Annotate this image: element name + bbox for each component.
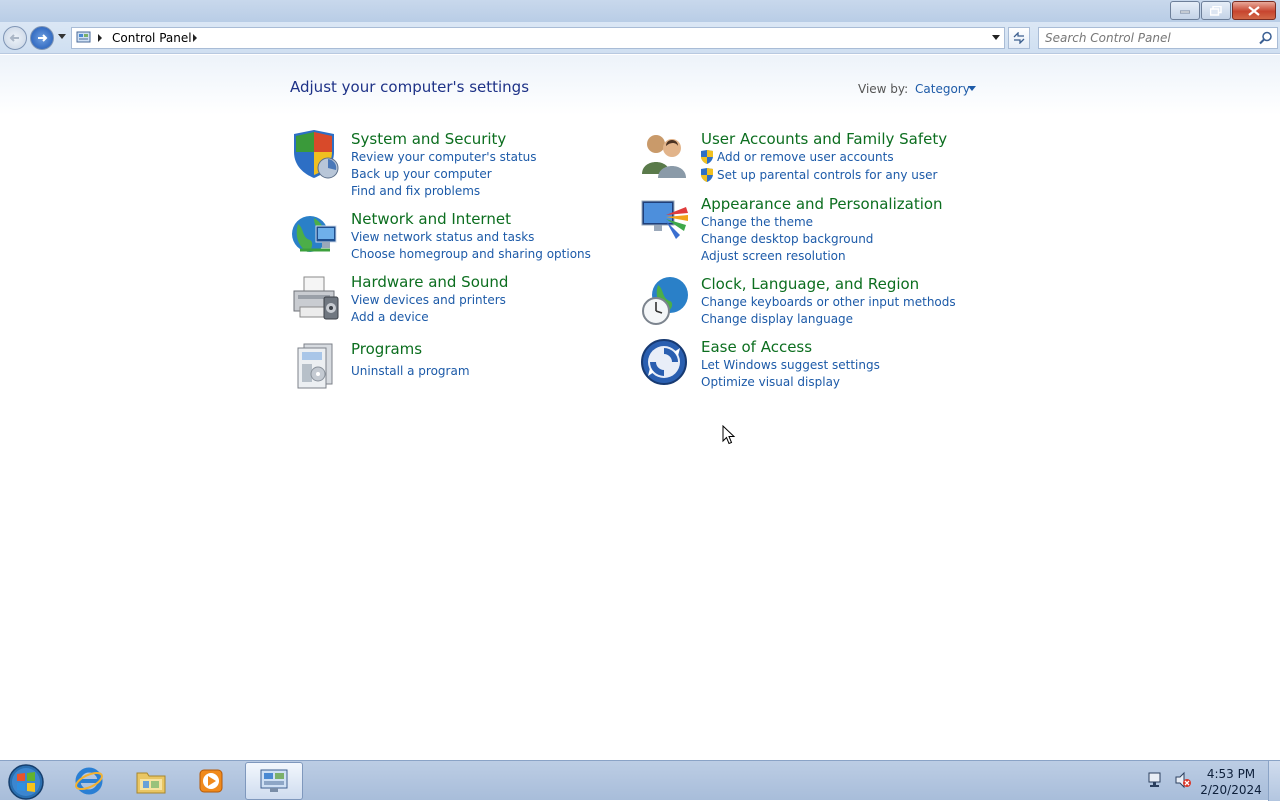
control-panel-small-icon (76, 31, 91, 43)
refresh-icon (1013, 32, 1025, 44)
taskbar-windows-explorer[interactable] (122, 762, 180, 800)
taskbar-clock[interactable]: 4:53 PM 2/20/2024 (1196, 766, 1266, 798)
category-title[interactable]: Hardware and Sound (351, 273, 508, 291)
link-screen-resolution[interactable]: Adjust screen resolution (701, 249, 846, 263)
category-title[interactable]: User Accounts and Family Safety (701, 130, 947, 148)
window-titlebar (0, 0, 1280, 22)
uac-shield-icon (701, 150, 713, 164)
recent-pages-dropdown-icon[interactable] (58, 34, 66, 40)
link-back-up[interactable]: Back up your computer (351, 167, 492, 181)
search-input[interactable]: Search Control Panel (1038, 27, 1278, 49)
category-network-internet: Network and Internet View network status… (290, 210, 591, 265)
view-by-dropdown[interactable]: Category (915, 82, 970, 96)
link-homegroup[interactable]: Choose homegroup and sharing options (351, 247, 591, 261)
link-parental-controls[interactable]: Set up parental controls for any user (717, 168, 937, 182)
clock-globe-icon (642, 277, 688, 325)
category-title[interactable]: Network and Internet (351, 210, 511, 228)
ease-of-access-icon (641, 339, 687, 385)
link-devices-printers[interactable]: View devices and printers (351, 293, 506, 307)
network-icon[interactable] (1146, 771, 1164, 789)
link-change-keyboards[interactable]: Change keyboards or other input methods (701, 295, 956, 309)
taskbar-internet-explorer[interactable] (60, 762, 118, 800)
printer-icon (293, 276, 339, 320)
category-user-accounts: User Accounts and Family Safety Add or r… (640, 130, 980, 185)
link-find-fix[interactable]: Find and fix problems (351, 184, 480, 198)
volume-muted-icon[interactable] (1174, 771, 1192, 789)
back-arrow-icon (9, 34, 19, 42)
users-icon (642, 135, 686, 178)
breadcrumb-arrow-icon[interactable] (193, 34, 197, 42)
restore-icon (1210, 5, 1222, 16)
category-title[interactable]: Appearance and Personalization (701, 195, 943, 213)
address-dropdown-icon[interactable] (992, 35, 1000, 40)
explorer-folder-icon (136, 772, 166, 794)
minimize-button[interactable] (1170, 1, 1200, 20)
close-button[interactable] (1232, 1, 1276, 20)
category-hardware-sound: Hardware and Sound View devices and prin… (290, 273, 590, 328)
link-visual-display[interactable]: Optimize visual display (701, 375, 840, 389)
link-windows-suggest[interactable]: Let Windows suggest settings (701, 358, 880, 372)
category-ease-of-access: Ease of Access Let Windows suggest setti… (640, 338, 980, 393)
category-title[interactable]: System and Security (351, 130, 506, 148)
link-uninstall-program[interactable]: Uninstall a program (351, 364, 470, 378)
address-bar[interactable]: Control Panel (71, 27, 1005, 49)
globe-network-icon (292, 216, 337, 252)
clock-time: 4:53 PM (1206, 767, 1256, 781)
link-display-language[interactable]: Change display language (701, 312, 853, 326)
uac-shield-icon (701, 168, 713, 182)
link-network-status[interactable]: View network status and tasks (351, 230, 534, 244)
mouse-cursor-icon (722, 425, 736, 445)
category-title[interactable]: Programs (351, 340, 422, 358)
category-appearance: Appearance and Personalization Change th… (640, 195, 980, 265)
system-tray (1146, 771, 1192, 789)
taskbar-media-player[interactable] (182, 762, 240, 800)
taskbar-control-panel[interactable] (245, 762, 303, 800)
category-system-security: System and Security Review your computer… (290, 130, 590, 200)
link-add-remove-users[interactable]: Add or remove user accounts (717, 150, 894, 164)
restore-button[interactable] (1201, 1, 1231, 20)
taskbar: 4:53 PM 2/20/2024 (0, 760, 1280, 801)
back-button[interactable] (3, 26, 27, 50)
window-controls (1170, 1, 1276, 20)
control-panel-icon (260, 769, 288, 792)
clock-date: 2/20/2024 (1200, 783, 1262, 797)
link-review-status[interactable]: Review your computer's status (351, 150, 537, 164)
start-button[interactable] (6, 763, 46, 801)
internet-explorer-icon (75, 767, 103, 795)
view-by-chevron-icon[interactable] (968, 86, 976, 91)
appearance-icon (641, 200, 688, 239)
link-add-device[interactable]: Add a device (351, 310, 429, 324)
forward-button[interactable] (30, 26, 54, 50)
forward-arrow-icon (38, 34, 48, 42)
programs-icon (297, 343, 333, 389)
category-programs: Programs Uninstall a program (290, 340, 590, 390)
breadcrumb-control-panel[interactable]: Control Panel (112, 31, 192, 45)
show-desktop-button[interactable] (1268, 761, 1280, 801)
refresh-button[interactable] (1008, 27, 1030, 49)
view-by-label: View by: (858, 82, 909, 96)
category-title[interactable]: Clock, Language, and Region (701, 275, 919, 293)
navigation-bar: Control Panel Search Control Panel (0, 22, 1280, 54)
media-player-icon (199, 769, 223, 793)
category-title[interactable]: Ease of Access (701, 338, 812, 356)
minimize-icon (1180, 10, 1190, 13)
page-title: Adjust your computer's settings (290, 78, 530, 96)
breadcrumb-root-arrow-icon[interactable] (98, 34, 102, 42)
link-desktop-background[interactable]: Change desktop background (701, 232, 873, 246)
link-change-theme[interactable]: Change the theme (701, 215, 813, 229)
category-clock-language-region: Clock, Language, and Region Change keybo… (640, 275, 980, 330)
close-icon (1248, 5, 1260, 16)
control-panel-content: Adjust your computer's settings View by:… (0, 55, 1280, 760)
search-icon[interactable] (1259, 31, 1273, 45)
shield-icon (294, 130, 339, 179)
